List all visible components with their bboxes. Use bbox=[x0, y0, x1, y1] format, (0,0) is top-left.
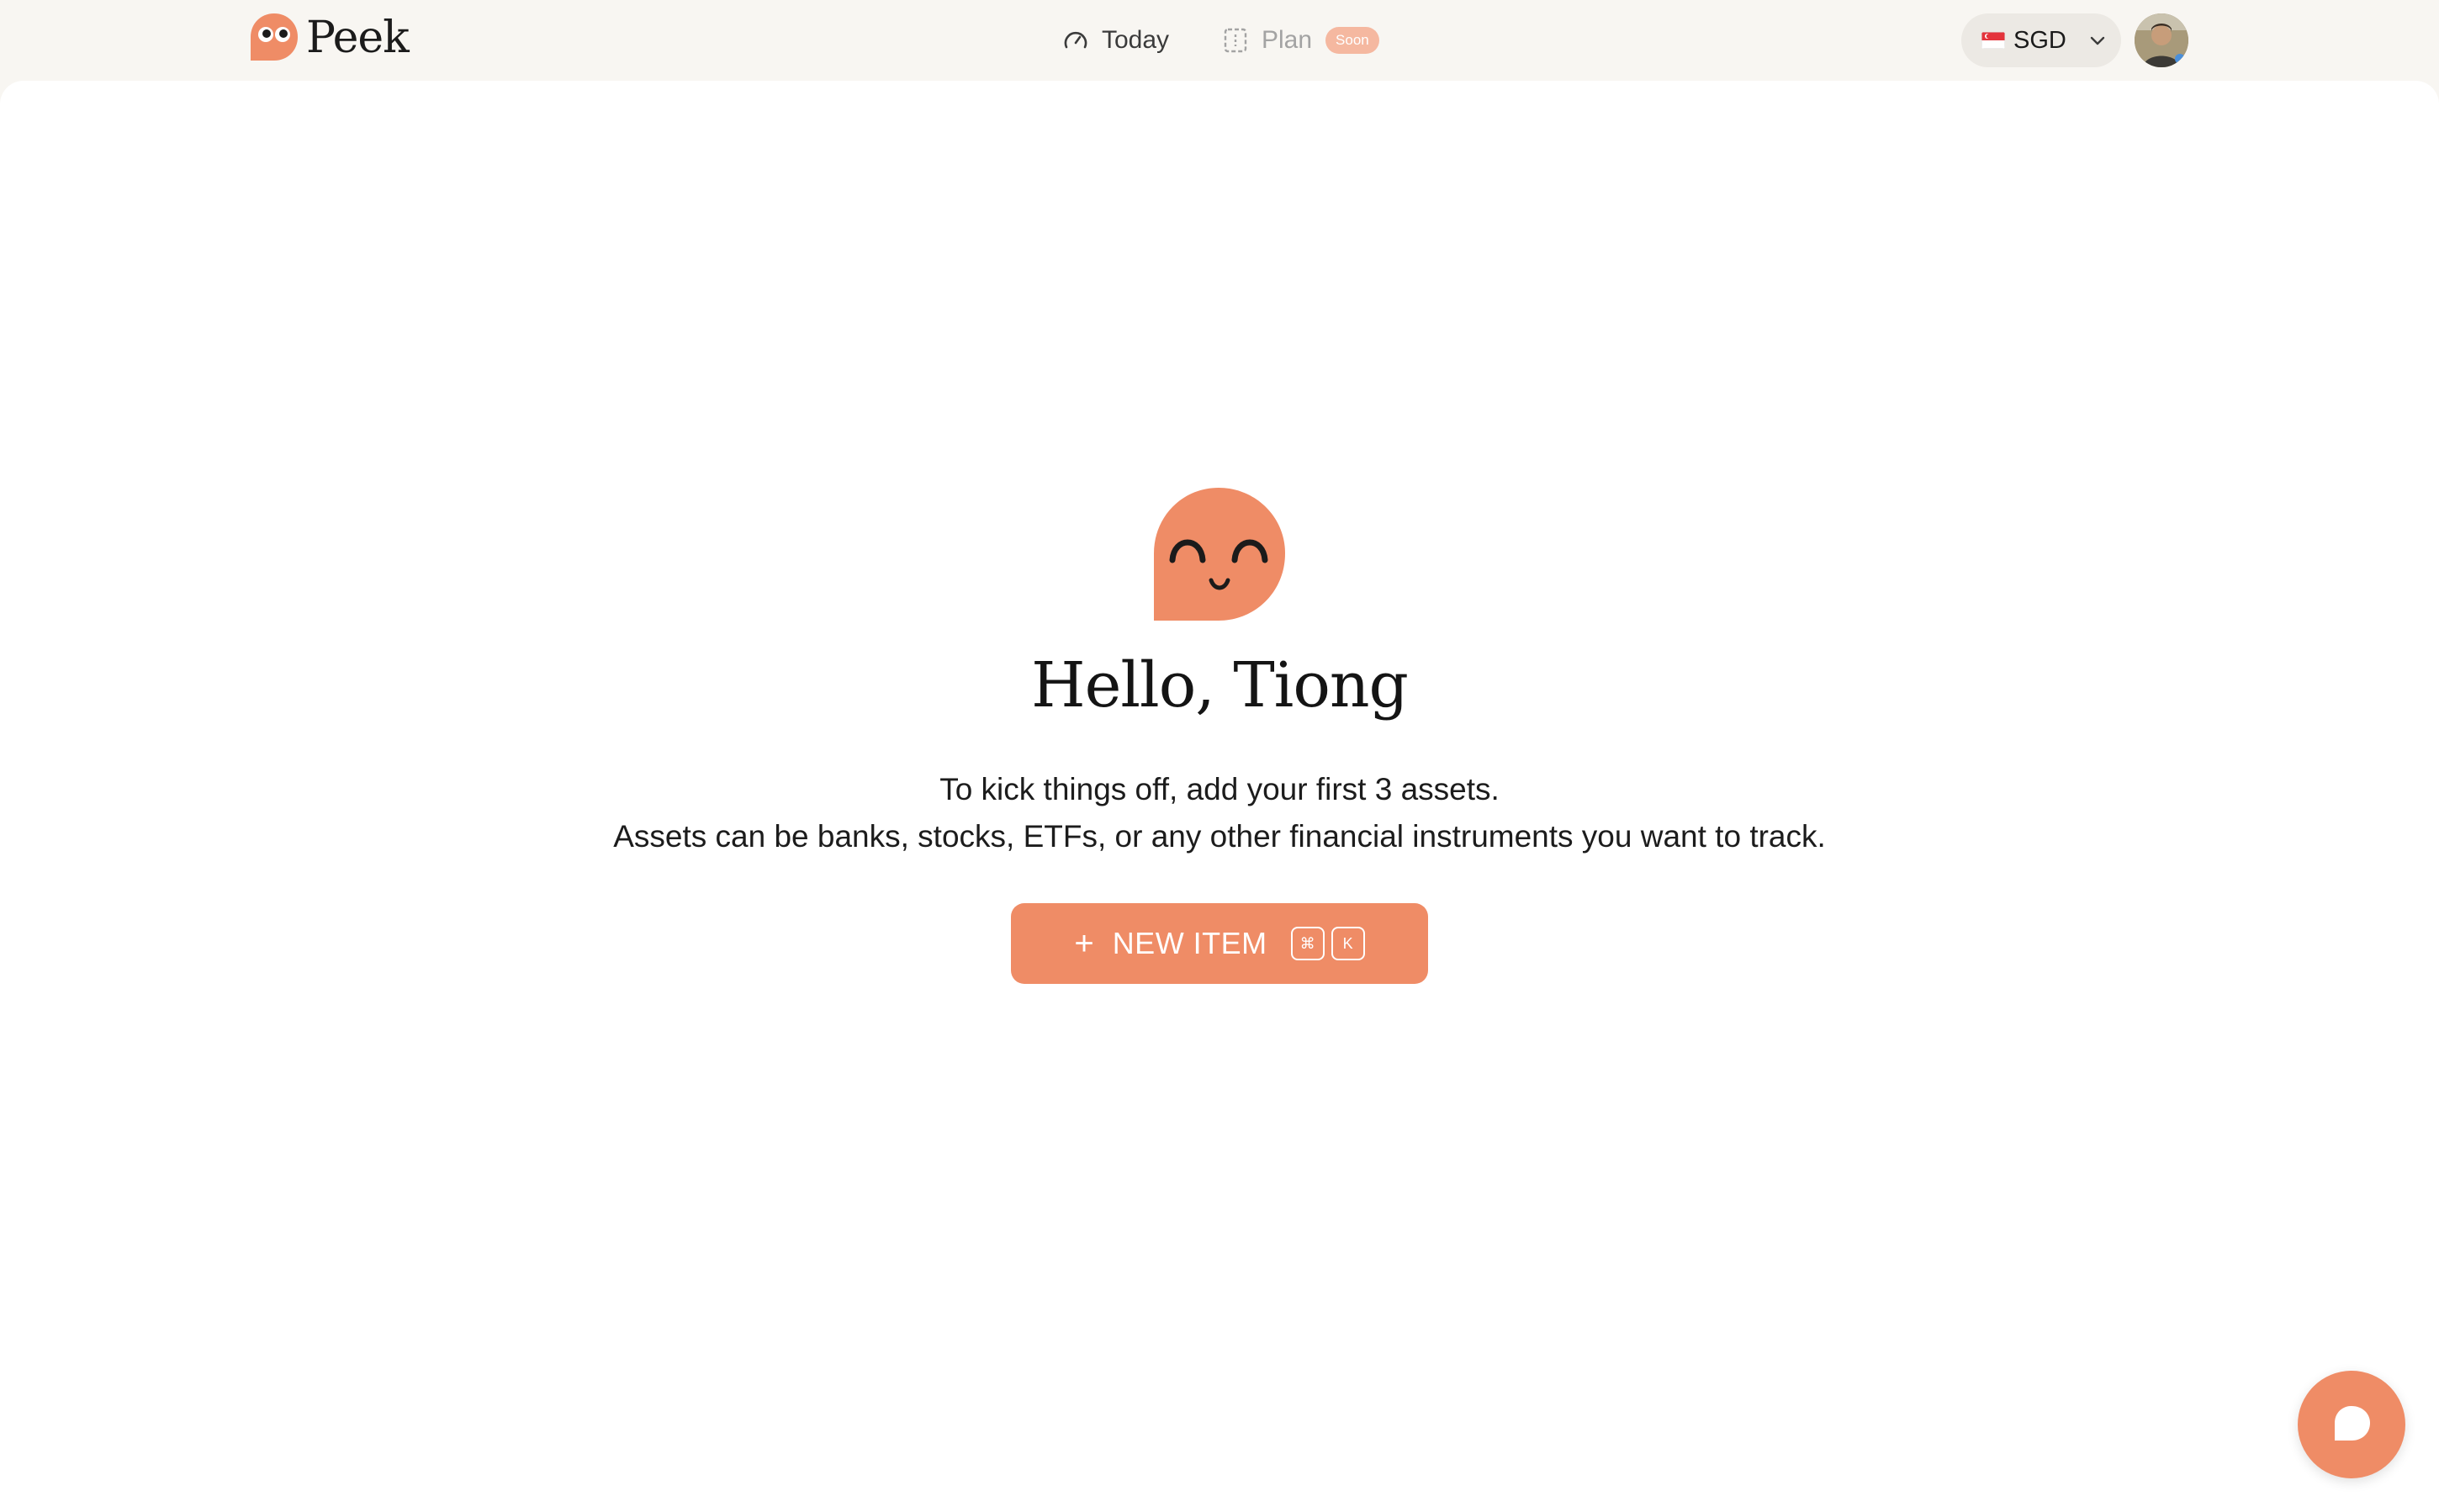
peek-logo-icon bbox=[251, 13, 298, 61]
plus-icon: + bbox=[1074, 925, 1094, 962]
peek-logo[interactable]: Peek bbox=[249, 12, 410, 64]
intro-text-line-1: To kick things off, add your first 3 ass… bbox=[939, 772, 1500, 806]
nav-plan: Plan Soon bbox=[1221, 19, 1379, 62]
singapore-flag-icon bbox=[1981, 32, 2005, 49]
avatar-image bbox=[2135, 13, 2188, 67]
chat-bubble-icon bbox=[2335, 1406, 2370, 1441]
keyboard-shortcut: ⌘ K bbox=[1290, 927, 1365, 960]
greeting-heading: Hello, Tiong bbox=[1031, 649, 1409, 722]
top-navigation-bar: Peek Today Plan Soon SGD bbox=[0, 0, 2439, 81]
smiling-mascot-icon bbox=[1151, 486, 1287, 622]
chat-button[interactable] bbox=[2298, 1371, 2405, 1478]
chevron-down-icon bbox=[2090, 36, 2105, 45]
soon-badge: Soon bbox=[1325, 27, 1379, 54]
gauge-icon bbox=[1064, 31, 1087, 49]
intro-text-line-2: Assets can be banks, stocks, ETFs, or an… bbox=[613, 819, 1826, 854]
user-avatar[interactable] bbox=[2135, 13, 2188, 67]
new-item-button[interactable]: + NEW ITEM ⌘ K bbox=[1011, 903, 1428, 984]
command-key: ⌘ bbox=[1290, 927, 1325, 960]
plan-board-icon bbox=[1224, 28, 1247, 53]
new-item-label: NEW ITEM bbox=[1112, 926, 1267, 960]
nav-today-label: Today bbox=[1102, 26, 1170, 54]
nav-plan-label: Plan bbox=[1262, 26, 1313, 54]
logo-text: Peek bbox=[306, 13, 410, 63]
k-key: K bbox=[1331, 927, 1365, 960]
nav-today[interactable]: Today bbox=[1061, 19, 1169, 62]
currency-code: SGD bbox=[2013, 26, 2066, 54]
currency-selector[interactable]: SGD bbox=[1961, 13, 2121, 67]
